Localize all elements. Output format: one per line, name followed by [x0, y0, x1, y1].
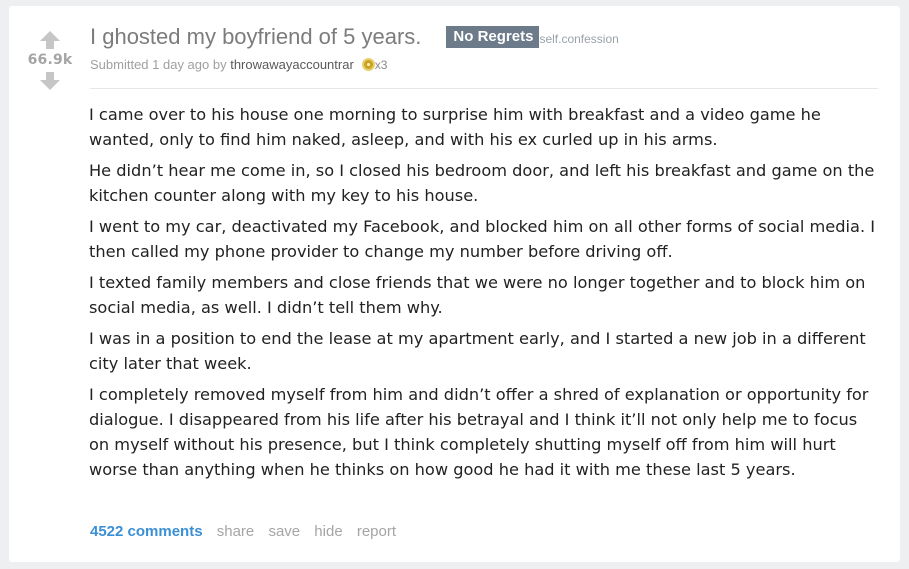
post-card: 66.9k I ghosted my boyfriend of 5 years.… — [9, 6, 900, 562]
award-icon[interactable] — [361, 58, 375, 71]
vote-score: 66.9k — [27, 52, 73, 68]
paragraph: I completely removed myself from him and… — [89, 385, 869, 479]
share-link[interactable]: share — [217, 523, 255, 540]
upvote-arrow-icon[interactable] — [39, 30, 61, 50]
post-tagline: Submitted 1 day ago by throwawayaccountr… — [90, 57, 387, 72]
submitted-text: Submitted 1 day ago by — [90, 57, 227, 72]
paragraph: He didn’t hear me come in, so I closed h… — [89, 161, 875, 205]
paragraph: I texted family members and close friend… — [89, 273, 866, 317]
post-domain[interactable]: self.confession — [539, 32, 618, 46]
paragraph: I was in a position to end the lease at … — [89, 329, 866, 373]
post-title[interactable]: I ghosted my boyfriend of 5 years. — [90, 24, 421, 50]
vote-column: 66.9k — [23, 30, 77, 91]
title-row: I ghosted my boyfriend of 5 years. No Reg… — [90, 24, 619, 50]
post-actions: 4522 comments share save hide report — [90, 523, 406, 540]
downvote-arrow-icon[interactable] — [39, 71, 61, 91]
paragraph: I came over to his house one morning to … — [89, 105, 821, 149]
post-body: I came over to his house one morning to … — [89, 102, 879, 488]
divider — [90, 88, 878, 89]
award-count: x3 — [374, 58, 388, 72]
flair-badge: No Regrets — [446, 26, 540, 48]
comments-link[interactable]: 4522 comments — [90, 523, 203, 540]
author-link[interactable]: throwawayaccountrar — [230, 57, 354, 72]
hide-link[interactable]: hide — [314, 523, 342, 540]
save-link[interactable]: save — [268, 523, 300, 540]
paragraph: I went to my car, deactivated my Faceboo… — [89, 217, 876, 261]
report-link[interactable]: report — [357, 523, 396, 540]
